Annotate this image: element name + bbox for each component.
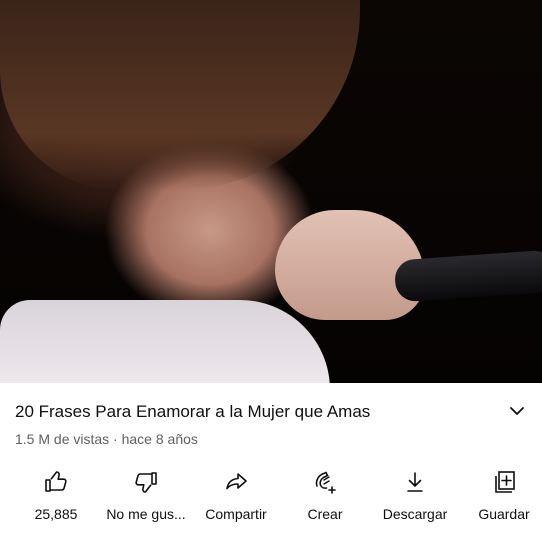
share-icon xyxy=(226,473,247,490)
add-to-playlist-icon xyxy=(495,471,515,493)
meta-separator: · xyxy=(113,431,118,447)
like-count: 25,885 xyxy=(34,506,78,522)
video-frame-shirt xyxy=(0,300,330,383)
video-metadata[interactable]: 1.5 M de vistas · hace 8 años xyxy=(15,431,198,447)
create-icon xyxy=(315,471,336,494)
save-label: Guardar xyxy=(478,506,530,522)
action-bar: 25,885 No me gus... Compartir Crear Desc… xyxy=(0,468,542,532)
share-label: Compartir xyxy=(205,506,267,522)
save-button[interactable]: Guardar xyxy=(472,468,536,522)
video-title[interactable]: 20 Frases Para Enamorar a la Mujer que A… xyxy=(15,402,370,422)
create-label: Crear xyxy=(307,506,343,522)
thumbs-up-icon xyxy=(45,471,67,492)
thumbs-down-icon xyxy=(135,472,157,493)
video-player[interactable] xyxy=(0,0,542,383)
create-button[interactable]: Crear xyxy=(298,468,352,522)
like-button[interactable]: 25,885 xyxy=(24,468,88,522)
share-button[interactable]: Compartir xyxy=(198,468,274,522)
download-label: Descargar xyxy=(382,506,448,522)
upload-age: hace 8 años xyxy=(121,431,198,447)
view-count: 1.5 M de vistas xyxy=(15,431,110,447)
chevron-down-icon[interactable] xyxy=(508,404,526,418)
dislike-button[interactable]: No me gus... xyxy=(100,468,192,522)
download-button[interactable]: Descargar xyxy=(372,468,458,522)
video-frame-hair xyxy=(0,0,360,190)
download-icon xyxy=(407,472,423,492)
dislike-label: No me gus... xyxy=(106,506,186,522)
